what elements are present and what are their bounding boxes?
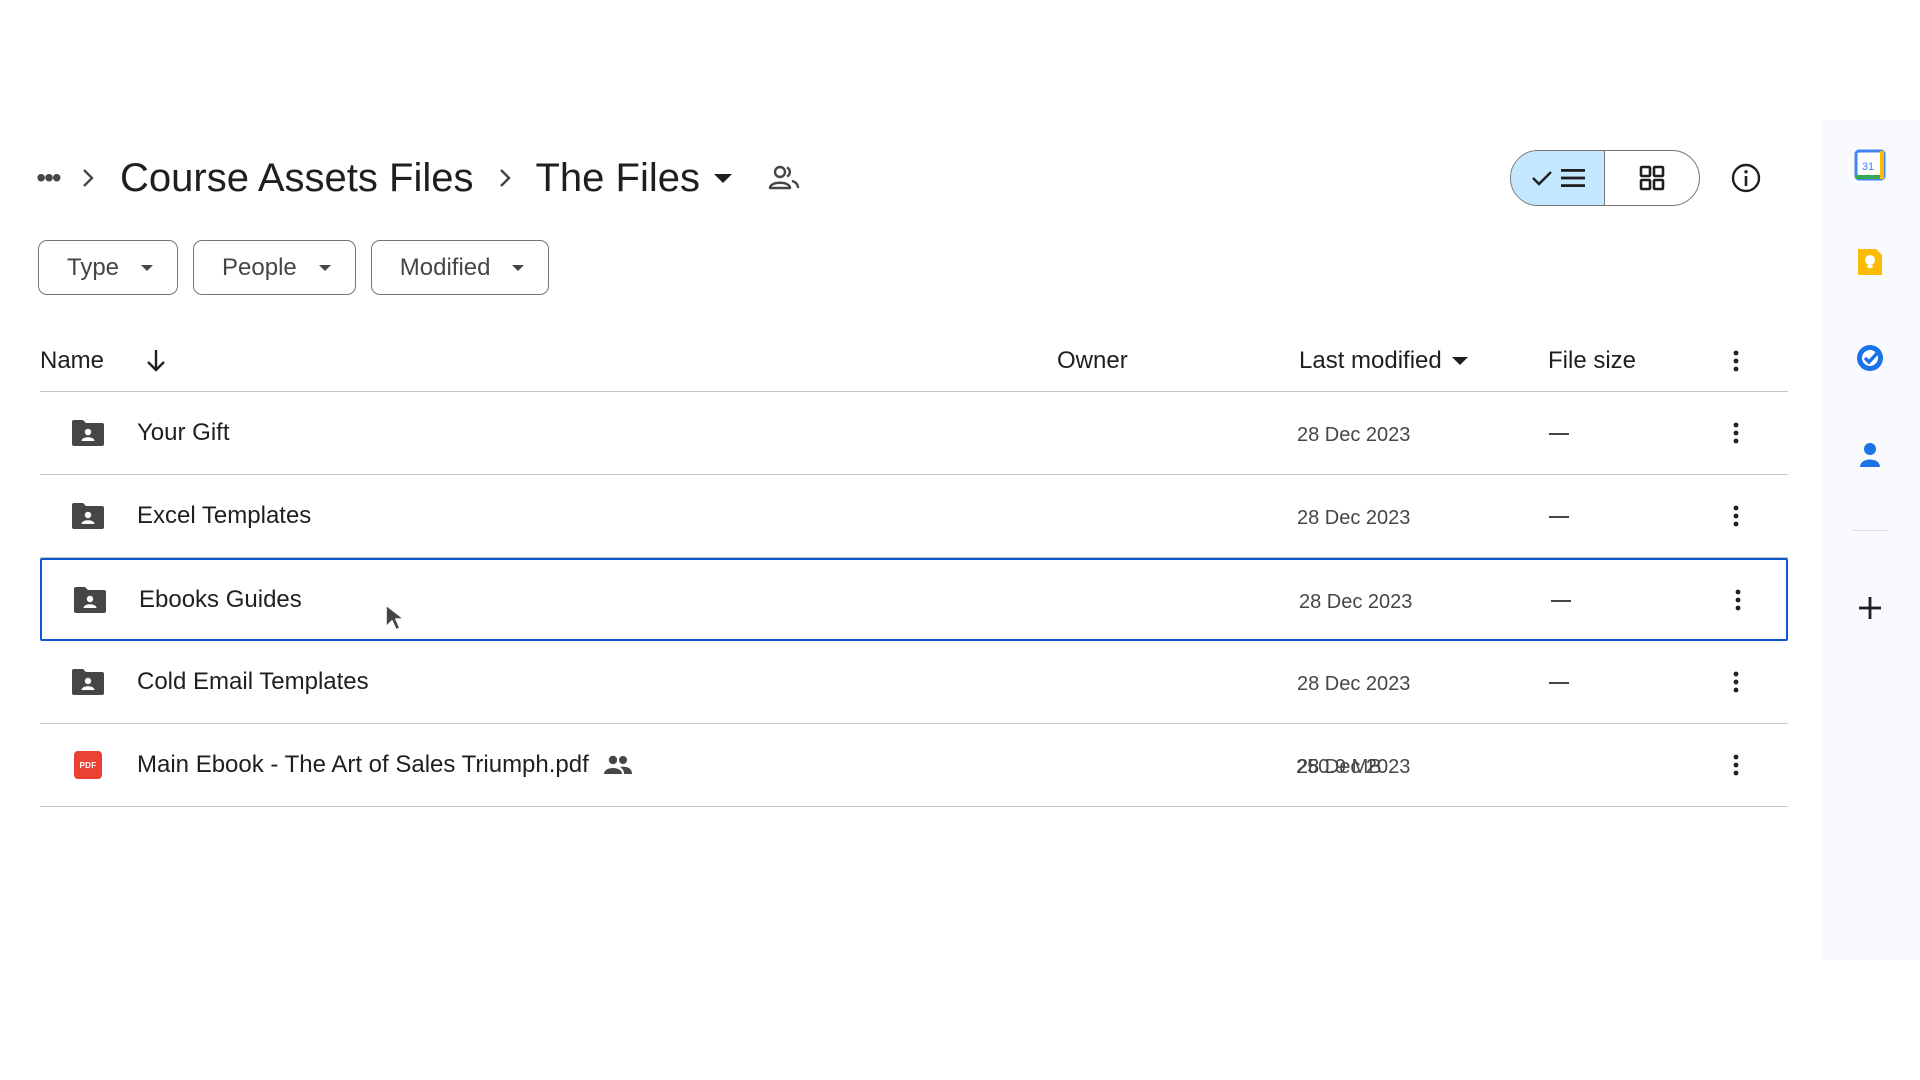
file-name-label: Ebooks Guides bbox=[139, 585, 302, 613]
add-app-button[interactable] bbox=[1850, 588, 1890, 628]
shared-folder-icon bbox=[72, 420, 104, 446]
more-vert-icon[interactable] bbox=[1724, 747, 1748, 783]
caret-down-icon bbox=[1451, 356, 1468, 365]
chip-label: Type bbox=[67, 253, 120, 281]
file-list: Your Gift 28 Dec 2023 Excel Templates 28… bbox=[40, 392, 1788, 807]
filter-chips: Type People Modified bbox=[38, 240, 550, 295]
table-row[interactable]: Your Gift 28 Dec 2023 bbox=[40, 392, 1788, 475]
modified-date: 28 Dec 2023 bbox=[1297, 506, 1411, 529]
modified-date: 28 Dec 2023 bbox=[1297, 423, 1411, 446]
table-row[interactable]: Cold Email Templates 28 Dec 2023 bbox=[40, 641, 1788, 724]
file-name-label: Excel Templates bbox=[137, 502, 312, 529]
shared-people-icon bbox=[603, 754, 633, 776]
file-name: Main Ebook - The Art of Sales Triumph.pd… bbox=[137, 751, 633, 779]
list-view-button[interactable] bbox=[1511, 151, 1605, 205]
column-file-size-label: File size bbox=[1548, 346, 1637, 374]
breadcrumb-current-folder[interactable]: The Files bbox=[527, 156, 740, 201]
column-last-modified-label: Last modified bbox=[1299, 346, 1442, 374]
modified-date: 28 Dec 2023 bbox=[1299, 590, 1413, 613]
shared-folder-icon bbox=[72, 503, 104, 529]
grid-icon bbox=[1639, 165, 1665, 191]
calendar-icon[interactable]: 31 bbox=[1850, 145, 1890, 185]
caret-down-icon bbox=[318, 264, 331, 271]
file-size-empty-dash bbox=[1551, 599, 1571, 602]
view-toggle bbox=[1510, 150, 1700, 206]
file-name: Ebooks Guides bbox=[139, 586, 302, 614]
shared-folder-icon bbox=[74, 586, 106, 613]
chevron-right-icon bbox=[66, 167, 110, 189]
column-owner-header[interactable]: Owner bbox=[1057, 330, 1128, 391]
table-row[interactable]: Excel Templates 28 Dec 2023 bbox=[40, 475, 1788, 558]
breadcrumb-parent[interactable]: Course Assets Files bbox=[110, 156, 483, 201]
file-size-empty-dash bbox=[1549, 682, 1569, 684]
file-size: 250.9 MB bbox=[1296, 755, 1382, 778]
more-vert-icon[interactable] bbox=[1724, 415, 1748, 451]
sort-arrow-down-icon[interactable] bbox=[144, 330, 168, 391]
file-size-empty-dash bbox=[1549, 433, 1569, 435]
file-name: Cold Email Templates bbox=[137, 668, 369, 696]
filter-people-chip[interactable]: People bbox=[193, 240, 356, 295]
more-vert-icon[interactable] bbox=[1724, 664, 1748, 700]
mouse-pointer-icon bbox=[385, 604, 405, 631]
column-owner-label: Owner bbox=[1057, 346, 1128, 374]
file-name-label: Cold Email Templates bbox=[137, 668, 369, 695]
calendar-day-label: 31 bbox=[1862, 161, 1874, 173]
breadcrumb: ••• Course Assets Files The Files bbox=[30, 152, 800, 204]
file-name: Excel Templates bbox=[137, 502, 311, 530]
keep-icon[interactable] bbox=[1850, 242, 1890, 282]
table-header: Name Owner Last modified File size bbox=[40, 330, 1788, 392]
more-vert-icon[interactable] bbox=[1724, 498, 1748, 534]
more-vert-icon[interactable] bbox=[1726, 582, 1750, 618]
modified-date: 28 Dec 2023 bbox=[1297, 672, 1411, 695]
list-icon bbox=[1560, 169, 1585, 187]
pdf-badge: PDF bbox=[74, 751, 102, 779]
column-name-label: Name bbox=[40, 346, 105, 374]
shared-folder-icon bbox=[72, 669, 104, 695]
breadcrumb-more-button[interactable]: ••• bbox=[30, 160, 66, 196]
file-size-empty-dash bbox=[1549, 516, 1569, 518]
info-button[interactable] bbox=[1722, 154, 1770, 202]
tasks-icon[interactable] bbox=[1850, 338, 1890, 378]
column-file-size-header[interactable]: File size bbox=[1548, 330, 1636, 391]
more-vert-icon[interactable] bbox=[1724, 330, 1748, 391]
column-name-header[interactable]: Name bbox=[40, 330, 104, 391]
table-row[interactable]: PDF Main Ebook - The Art of Sales Triump… bbox=[40, 724, 1788, 807]
grid-view-button[interactable] bbox=[1605, 151, 1699, 205]
plus-icon bbox=[1859, 597, 1881, 619]
check-icon bbox=[1531, 171, 1552, 186]
caret-down-icon bbox=[141, 264, 154, 271]
caret-down-icon bbox=[512, 264, 525, 271]
file-name-label: Main Ebook - The Art of Sales Triumph.pd… bbox=[137, 751, 589, 778]
pdf-icon: PDF bbox=[70, 750, 106, 780]
breadcrumb-current-label: The Files bbox=[535, 155, 700, 200]
file-name: Your Gift bbox=[137, 419, 230, 447]
contacts-icon[interactable] bbox=[1850, 435, 1890, 475]
caret-down-icon bbox=[713, 173, 732, 183]
column-last-modified-header[interactable]: Last modified bbox=[1299, 330, 1468, 391]
filter-modified-chip[interactable]: Modified bbox=[370, 240, 550, 295]
chevron-right-icon bbox=[483, 167, 527, 189]
side-panel-divider bbox=[1852, 530, 1888, 531]
table-row-selected[interactable]: Ebooks Guides 28 Dec 2023 bbox=[40, 558, 1788, 641]
shared-people-icon[interactable] bbox=[768, 164, 800, 192]
info-icon bbox=[1731, 163, 1761, 193]
chip-label: Modified bbox=[399, 253, 491, 281]
file-name-label: Your Gift bbox=[137, 419, 230, 446]
chip-label: People bbox=[222, 253, 297, 281]
filter-type-chip[interactable]: Type bbox=[38, 240, 179, 295]
